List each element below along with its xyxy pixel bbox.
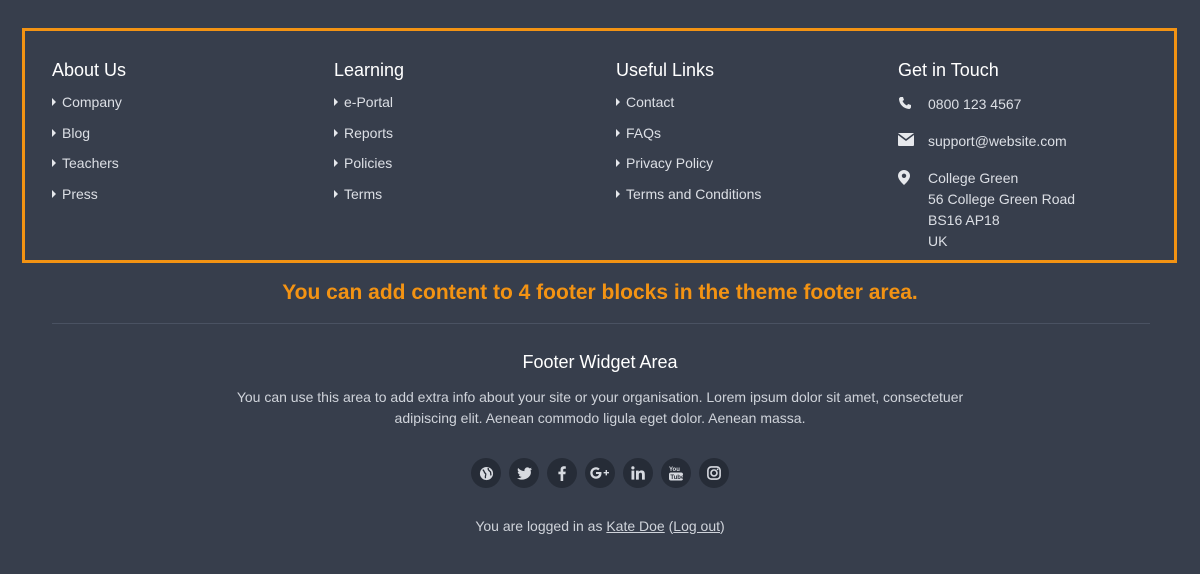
footer-block-learning: Learning e-Portal Reports Policies Terms bbox=[334, 59, 404, 215]
address-line: College Green bbox=[928, 170, 1019, 186]
caret-right-icon bbox=[616, 159, 620, 168]
footer-link-company[interactable]: Company bbox=[52, 93, 126, 111]
address-line: UK bbox=[928, 233, 948, 249]
footer-block-contact: Get in Touch 0800 123 4567 support@websi… bbox=[898, 59, 1075, 252]
svg-text:Tube: Tube bbox=[670, 475, 683, 481]
twitter-icon[interactable] bbox=[509, 458, 539, 488]
caret-right-icon bbox=[334, 128, 338, 137]
footer-link-terms[interactable]: Terms bbox=[334, 185, 404, 203]
caret-right-icon bbox=[334, 98, 338, 106]
globe-icon[interactable] bbox=[471, 458, 501, 488]
footer-link-privacy[interactable]: Privacy Policy bbox=[616, 154, 761, 172]
caret-right-icon bbox=[616, 189, 620, 198]
address-line: BS16 AP18 bbox=[928, 212, 1000, 228]
contact-phone[interactable]: 0800 123 4567 bbox=[898, 94, 1075, 115]
block-title: About Us bbox=[52, 60, 127, 80]
footer-block-about: About Us Company Blog Teachers Press bbox=[52, 59, 126, 215]
caret-right-icon bbox=[52, 159, 56, 168]
footer-link-eportal[interactable]: e-Portal bbox=[334, 93, 404, 111]
youtube-icon[interactable]: You Tube bbox=[661, 458, 691, 488]
instagram-icon[interactable] bbox=[699, 458, 729, 488]
caret-right-icon bbox=[334, 189, 338, 198]
svg-text:You: You bbox=[669, 467, 680, 473]
block-title: Get in Touch bbox=[898, 60, 999, 80]
contact-email[interactable]: support@website.com bbox=[898, 131, 1075, 152]
facebook-icon[interactable] bbox=[547, 458, 577, 488]
widget-title: Footer Widget Area bbox=[522, 352, 678, 372]
caret-right-icon bbox=[334, 159, 338, 168]
block-title: Useful Links bbox=[616, 60, 715, 80]
map-marker-icon bbox=[898, 168, 928, 252]
footer-link-faqs[interactable]: FAQs bbox=[616, 124, 761, 142]
caret-right-icon bbox=[52, 189, 56, 198]
caret-right-icon bbox=[52, 98, 56, 106]
envelope-icon bbox=[898, 131, 928, 152]
login-info: You are logged in as Kate Doe (Log out) bbox=[475, 518, 725, 534]
address-line: 56 College Green Road bbox=[928, 191, 1076, 207]
contact-address: College Green 56 College Green Road BS16… bbox=[898, 168, 1075, 252]
block-title: Learning bbox=[334, 60, 405, 80]
footer-link-blog[interactable]: Blog bbox=[52, 124, 126, 142]
widget-text: You can use this area to add extra info … bbox=[236, 389, 964, 426]
social-links: You Tube bbox=[0, 458, 1200, 488]
footer-link-terms-conditions[interactable]: Terms and Conditions bbox=[616, 185, 761, 203]
footer-link-policies[interactable]: Policies bbox=[334, 154, 404, 172]
footer-link-teachers[interactable]: Teachers bbox=[52, 154, 126, 172]
caret-right-icon bbox=[616, 98, 620, 106]
footer-link-press[interactable]: Press bbox=[52, 185, 126, 203]
phone-icon bbox=[898, 94, 928, 115]
linkedin-icon[interactable] bbox=[623, 458, 653, 488]
divider bbox=[52, 323, 1150, 324]
annotation-callout: You can add content to 4 footer blocks i… bbox=[282, 281, 918, 304]
caret-right-icon bbox=[52, 128, 56, 137]
google-plus-icon[interactable] bbox=[585, 458, 615, 488]
caret-right-icon bbox=[616, 128, 620, 137]
footer-link-reports[interactable]: Reports bbox=[334, 124, 404, 142]
logout-link[interactable]: Log out bbox=[673, 518, 720, 534]
footer-block-useful-links: Useful Links Contact FAQs Privacy Policy… bbox=[616, 59, 761, 215]
footer-link-contact[interactable]: Contact bbox=[616, 93, 761, 111]
footer-blocks-area: About Us Company Blog Teachers Press Lea… bbox=[22, 28, 1177, 263]
user-profile-link[interactable]: Kate Doe bbox=[606, 518, 664, 534]
